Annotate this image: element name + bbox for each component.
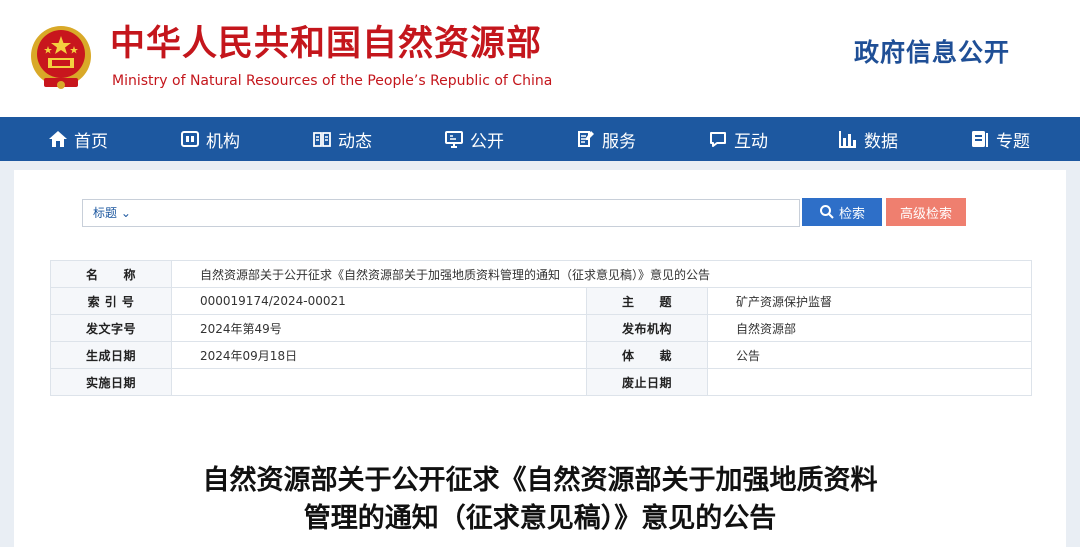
bar-chart-icon [839, 131, 856, 148]
nav-item-org[interactable]: 机构 [180, 117, 240, 161]
nav-item-data[interactable]: 数据 [838, 117, 898, 161]
nav-item-topic[interactable]: 专题 [970, 117, 1030, 161]
org-icon [181, 131, 199, 147]
meta-label: 实施日期 [50, 368, 172, 396]
table-row: 实施日期 废止日期 [50, 368, 1032, 396]
table-row: 索 引 号 000019174/2024-00021 主 题 矿产资源保护监督 [50, 287, 1032, 315]
search-button[interactable]: 检索 [802, 198, 882, 226]
document-title-line: 管理的通知（征求意见稿）》意见的公告 [303, 503, 777, 534]
chat-icon [710, 132, 726, 147]
meta-value-topic: 矿产资源保护监督 [707, 287, 1032, 315]
table-row: 发文字号 2024年第49号 发布机构 自然资源部 [50, 314, 1032, 342]
nav-item-label: 专题 [996, 131, 1030, 152]
table-row: 名 称 自然资源部关于公开征求《自然资源部关于加强地质资料管理的通知（征求意见稿… [50, 260, 1032, 288]
search-box: 标题 ⌄ [82, 199, 800, 227]
nav-item-label: 数据 [864, 131, 898, 152]
table-row: 生成日期 2024年09月18日 体 裁 公告 [50, 341, 1032, 369]
nav-item-news[interactable]: 动态 [312, 117, 372, 161]
advanced-search-button[interactable]: 高级检索 [886, 198, 966, 226]
nav-item-label: 服务 [602, 131, 636, 152]
monitor-icon [445, 131, 463, 148]
meta-label: 体 裁 [586, 341, 708, 369]
nav-item-label: 首页 [74, 131, 108, 152]
topic-icon [972, 131, 988, 147]
meta-value-docno: 2024年第49号 [171, 314, 587, 342]
meta-label: 发文字号 [50, 314, 172, 342]
meta-value-effective [171, 368, 587, 396]
meta-value-issuer: 自然资源部 [707, 314, 1032, 342]
meta-label: 名 称 [50, 260, 172, 288]
meta-label: 索 引 号 [50, 287, 172, 315]
main-nav: 首页 机构 动态 公开 服务 互动 数据 专题 [0, 117, 1080, 161]
search-input[interactable] [143, 202, 787, 224]
news-icon [313, 132, 331, 147]
meta-label: 废止日期 [586, 368, 708, 396]
site-header: 中华人民共和国自然资源部 Ministry of Natural Resourc… [0, 0, 1080, 117]
gov-info-title[interactable]: 政府信息公开 [854, 36, 1010, 70]
home-icon [49, 131, 67, 147]
meta-value-index: 000019174/2024-00021 [171, 287, 587, 315]
national-emblem-icon [31, 26, 91, 89]
nav-item-label: 互动 [734, 131, 768, 152]
nav-item-open[interactable]: 公开 [444, 117, 504, 161]
meta-value-expiry [707, 368, 1032, 396]
search-field-select[interactable]: 标题 ⌄ [93, 200, 131, 226]
site-subtitle: Ministry of Natural Resources of the Peo… [112, 73, 553, 89]
nav-item-label: 公开 [470, 131, 504, 152]
meta-label: 主 题 [586, 287, 708, 315]
document-title-line: 自然资源部关于公开征求《自然资源部关于加强地质资料 [202, 465, 878, 496]
site-title: 中华人民共和国自然资源部 [110, 24, 543, 64]
search-button-label: 检索 [838, 205, 865, 221]
search-icon [819, 205, 834, 219]
nav-item-home[interactable]: 首页 [48, 117, 108, 161]
meta-value-name: 自然资源部关于公开征求《自然资源部关于加强地质资料管理的通知（征求意见稿）》意见… [171, 260, 1032, 288]
nav-item-label: 动态 [338, 131, 372, 152]
content-panel: 标题 ⌄ 检索 高级检索 名 称 自然资源部关于公开征求《自然资源部关于加强地质… [14, 170, 1066, 547]
nav-item-interact[interactable]: 互动 [708, 117, 768, 161]
nav-item-label: 机构 [206, 131, 240, 152]
document-meta-table: 名 称 自然资源部关于公开征求《自然资源部关于加强地质资料管理的通知（征求意见稿… [50, 260, 1032, 396]
service-icon [578, 131, 594, 147]
document-title: 自然资源部关于公开征求《自然资源部关于加强地质资料 管理的通知（征求意见稿）》意… [14, 462, 1066, 538]
meta-value-genre: 公告 [707, 341, 1032, 369]
meta-label: 生成日期 [50, 341, 172, 369]
nav-item-service[interactable]: 服务 [576, 117, 636, 161]
meta-label: 发布机构 [586, 314, 708, 342]
meta-value-date: 2024年09月18日 [171, 341, 587, 369]
